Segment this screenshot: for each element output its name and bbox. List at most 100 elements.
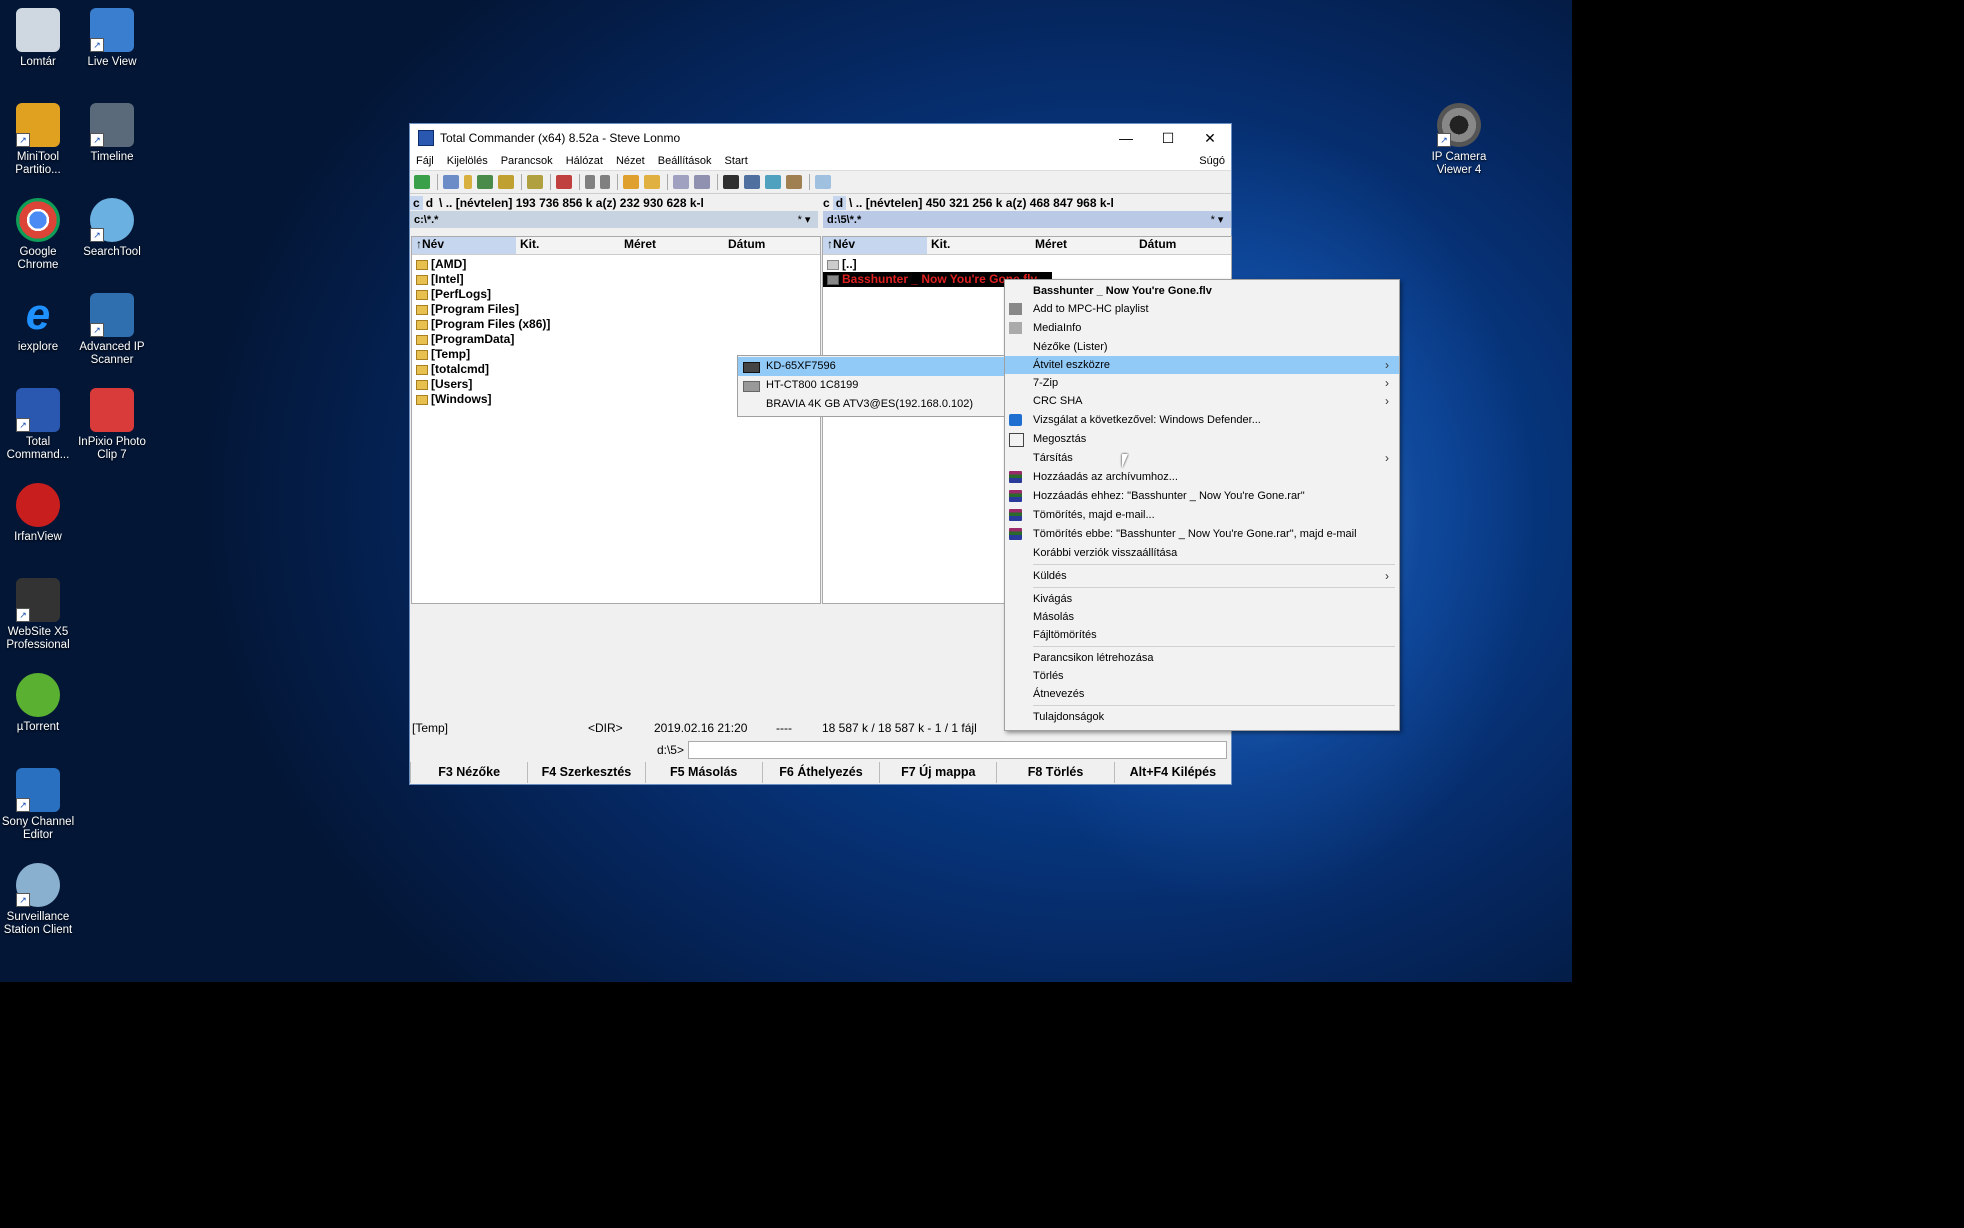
desktop-icon-timeline[interactable]: ↗ Timeline [74, 103, 150, 164]
file-row[interactable]: [AMD] [412, 257, 820, 272]
command-input[interactable] [688, 741, 1227, 759]
menu-item-copy[interactable]: Másolás [1005, 608, 1399, 626]
menu-item-add-to-rar[interactable]: Hozzáadás ehhez: "Basshunter _ Now You'r… [1005, 487, 1399, 505]
menu-item-compress-email[interactable]: Tömörítés, majd e-mail... [1005, 506, 1399, 524]
file-row-parent[interactable]: [..] [823, 257, 1231, 272]
col-size[interactable]: Méret [620, 237, 724, 254]
left-drive-c[interactable]: c [410, 195, 423, 210]
right-path-bar[interactable]: d:\5\*.* * ▾ [823, 211, 1231, 228]
pack-icon[interactable] [556, 175, 572, 189]
desktop-icon-website-x5[interactable]: ↗ WebSite X5 Professional [0, 578, 76, 652]
brief-view-icon[interactable] [443, 175, 459, 189]
title-bar[interactable]: Total Commander (x64) 8.52a - Steve Lonm… [410, 124, 1231, 152]
desktop-icon-advanced-ip-scanner[interactable]: ↗ Advanced IP Scanner [74, 293, 150, 367]
file-row[interactable]: [Program Files (x86)] [412, 317, 820, 332]
col-name[interactable]: ↑Név [823, 237, 927, 254]
menu-item-compress-to-rar-email[interactable]: Tömörítés ebbe: "Basshunter _ Now You're… [1005, 525, 1399, 543]
refresh-icon[interactable] [414, 175, 430, 189]
file-row[interactable]: [PerfLogs] [412, 287, 820, 302]
forward-arrow-icon[interactable] [600, 175, 610, 189]
device-item[interactable]: HT-CT800 1C8199 [738, 376, 1004, 395]
menu-settings[interactable]: Beállítások [658, 155, 712, 167]
ftp-icon[interactable] [765, 175, 781, 189]
unpack-icon[interactable] [623, 175, 639, 189]
f5-copy-button[interactable]: F5 Másolás [644, 762, 762, 783]
ftp-new-icon[interactable] [786, 175, 802, 189]
right-history-button[interactable]: * ▾ [1203, 213, 1231, 226]
file-row[interactable]: [Intel] [412, 272, 820, 287]
col-size[interactable]: Méret [1031, 237, 1135, 254]
multi-rename-icon[interactable] [744, 175, 760, 189]
col-date[interactable]: Dátum [1135, 237, 1231, 254]
file-row[interactable]: [ProgramData] [412, 332, 820, 347]
notepad-icon[interactable] [815, 175, 831, 189]
desktop-icon-inpixio[interactable]: InPixio Photo Clip 7 [74, 388, 150, 462]
menu-item-delete[interactable]: Törlés [1005, 667, 1399, 685]
menu-item-properties[interactable]: Tulajdonságok [1005, 708, 1399, 726]
back-arrow-icon[interactable] [585, 175, 595, 189]
menu-item-create-shortcut[interactable]: Parancsikon létrehozása [1005, 649, 1399, 667]
compare-icon[interactable] [673, 175, 689, 189]
menu-item-rename[interactable]: Átnevezés [1005, 685, 1399, 703]
menu-file[interactable]: Fájl [416, 155, 434, 167]
minimize-button[interactable]: — [1105, 130, 1147, 146]
file-row[interactable]: [Program Files] [412, 302, 820, 317]
desktop-icon-minitool[interactable]: ↗ MiniTool Partitio... [0, 103, 76, 177]
desktop-icon-live-view[interactable]: ↗ Live View [74, 8, 150, 69]
full-view-icon[interactable] [464, 175, 472, 189]
col-date[interactable]: Dátum [724, 237, 820, 254]
thumbnail-view-icon[interactable] [477, 175, 493, 189]
close-button[interactable]: ✕ [1189, 130, 1231, 147]
archive-icon[interactable] [644, 175, 660, 189]
f6-move-button[interactable]: F6 Áthelyezés [761, 762, 879, 783]
exit-button[interactable]: Alt+F4 Kilépés [1113, 762, 1231, 783]
menu-item-cut[interactable]: Kivágás [1005, 590, 1399, 608]
menu-item-send-to[interactable]: Küldés › [1005, 567, 1399, 585]
desktop-icon-searchtool[interactable]: ↗ SearchTool [74, 198, 150, 259]
menu-view[interactable]: Nézet [616, 155, 645, 167]
f3-view-button[interactable]: F3 Nézőke [410, 762, 527, 783]
menu-item-compress-file[interactable]: Fájltömörítés [1005, 626, 1399, 644]
desktop-icon-surveillance[interactable]: ↗ Surveillance Station Client [0, 863, 76, 937]
menu-selection[interactable]: Kijelölés [447, 155, 488, 167]
desktop-icon-recycle-bin[interactable]: Lomtár [0, 8, 76, 69]
tree-view-icon[interactable] [498, 175, 514, 189]
menu-item-defender-scan[interactable]: Vizsgálat a következővel: Windows Defend… [1005, 411, 1399, 429]
menu-item-add-to-archive[interactable]: Hozzáadás az archívumhoz... [1005, 468, 1399, 486]
invert-selection-icon[interactable] [527, 175, 543, 189]
device-item[interactable]: BRAVIA 4K GB ATV3@ES(192.168.0.102) [738, 395, 1004, 414]
desktop-icon-utorrent[interactable]: µTorrent [0, 673, 76, 734]
desktop-icon-irfanview[interactable]: IrfanView [0, 483, 76, 544]
right-drive-d[interactable]: d [832, 195, 847, 210]
menu-item-cast-to-device[interactable]: Átvitel eszközre › [1005, 356, 1399, 374]
context-menu-header[interactable]: Basshunter _ Now You're Gone.flv [1005, 282, 1399, 300]
menu-item-restore-versions[interactable]: Korábbi verziók visszaállítása [1005, 544, 1399, 562]
menu-item-7zip[interactable]: 7-Zip › [1005, 374, 1399, 392]
f4-edit-button[interactable]: F4 Szerkesztés [527, 762, 644, 783]
right-drive-c[interactable]: c [820, 196, 833, 210]
desktop-icon-iexplore[interactable]: e iexplore [0, 293, 76, 354]
menu-item-open-with[interactable]: Társítás › [1005, 449, 1399, 467]
col-ext[interactable]: Kit. [516, 237, 620, 254]
desktop-icon-sony-channel-editor[interactable]: ↗ Sony Channel Editor [0, 768, 76, 842]
menu-help[interactable]: Súgó [1199, 155, 1225, 167]
col-ext[interactable]: Kit. [927, 237, 1031, 254]
menu-item-crc-sha[interactable]: CRC SHA › [1005, 392, 1399, 410]
desktop-icon-ip-camera-viewer[interactable]: ↗ IP Camera Viewer 4 [1421, 103, 1497, 177]
menu-start[interactable]: Start [725, 155, 748, 167]
left-file-panel[interactable]: ↑Név Kit. Méret Dátum [AMD] [Intel] [Per… [411, 236, 821, 604]
f7-new-folder-button[interactable]: F7 Új mappa [879, 762, 996, 783]
left-drive-d[interactable]: d [423, 196, 436, 210]
desktop-icon-chrome[interactable]: Google Chrome [0, 198, 76, 272]
menu-network[interactable]: Hálózat [566, 155, 603, 167]
left-history-button[interactable]: * ▾ [790, 213, 818, 226]
sync-icon[interactable] [694, 175, 710, 189]
menu-item-lister[interactable]: Nézőke (Lister) [1005, 338, 1399, 356]
device-item[interactable]: KD-65XF7596 [738, 357, 1004, 376]
desktop-icon-total-commander[interactable]: ↗ Total Command... [0, 388, 76, 462]
f8-delete-button[interactable]: F8 Törlés [996, 762, 1113, 783]
maximize-button[interactable]: ☐ [1147, 130, 1189, 147]
menu-item-share[interactable]: Megosztás [1005, 430, 1399, 448]
menu-item-mpc-playlist[interactable]: Add to MPC-HC playlist [1005, 300, 1399, 318]
binoculars-icon[interactable] [723, 175, 739, 189]
